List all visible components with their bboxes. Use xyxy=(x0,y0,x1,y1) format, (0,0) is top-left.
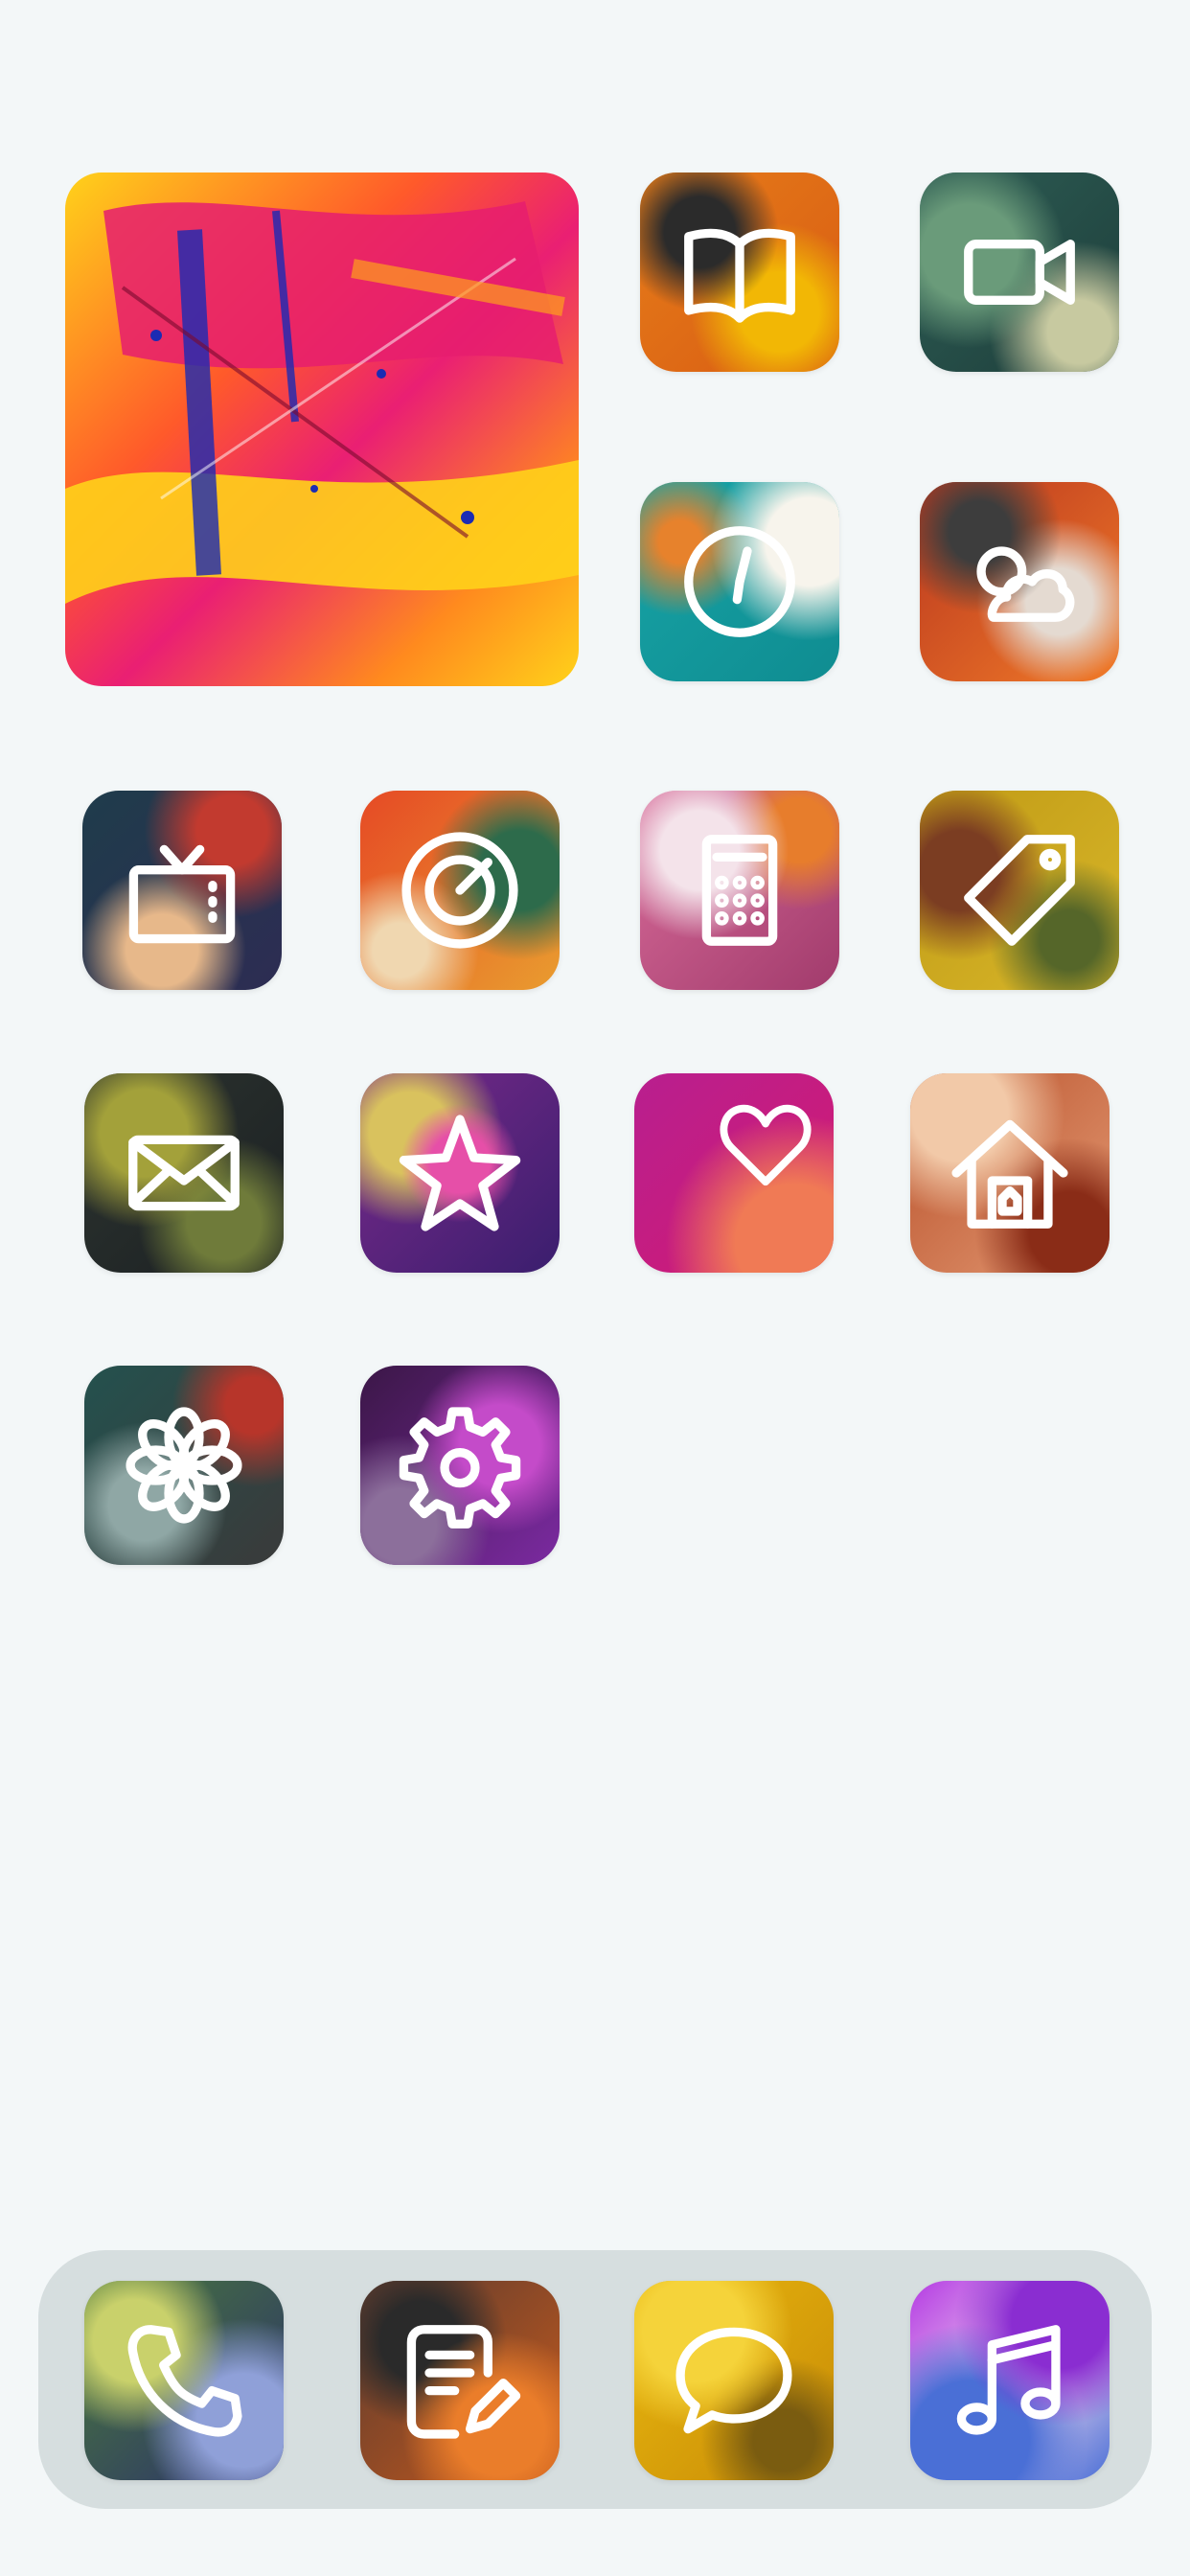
gear-icon xyxy=(399,1407,521,1529)
clock-icon xyxy=(684,526,795,637)
app-clock[interactable] xyxy=(640,482,839,681)
dock-app-phone[interactable] xyxy=(84,2281,284,2480)
app-video[interactable] xyxy=(920,172,1119,372)
dock-app-messages[interactable] xyxy=(634,2281,834,2480)
abstract-painting-image xyxy=(65,172,579,686)
target-icon xyxy=(401,832,518,949)
app-flower[interactable] xyxy=(84,1366,284,1565)
music-icon xyxy=(956,2325,1061,2435)
dock-app-music[interactable] xyxy=(910,2281,1110,2480)
star-icon xyxy=(399,1115,521,1231)
app-health[interactable] xyxy=(634,1073,834,1273)
app-mail[interactable] xyxy=(84,1073,284,1273)
heart-icon xyxy=(720,1104,812,1185)
app-tv[interactable] xyxy=(82,791,282,990)
app-tag[interactable] xyxy=(920,791,1119,990)
app-star[interactable] xyxy=(360,1073,560,1273)
app-weather[interactable] xyxy=(920,482,1119,681)
app-home[interactable] xyxy=(910,1073,1110,1273)
home-icon xyxy=(951,1119,1068,1229)
app-book[interactable] xyxy=(640,172,839,372)
abstract-painting-photo-widget[interactable] xyxy=(65,172,579,686)
calculator-icon xyxy=(701,835,778,946)
mail-icon xyxy=(128,1135,240,1211)
app-calculator[interactable] xyxy=(640,791,839,990)
app-settings[interactable] xyxy=(360,1366,560,1565)
phone-icon xyxy=(127,2325,242,2437)
dock-app-notes[interactable] xyxy=(360,2281,560,2480)
weather-cloud-icon xyxy=(976,546,1075,622)
tag-icon xyxy=(964,835,1075,946)
tv-icon xyxy=(128,844,236,944)
messages-icon xyxy=(675,2327,792,2434)
app-target[interactable] xyxy=(360,791,560,990)
video-camera-icon xyxy=(964,240,1075,305)
notes-icon xyxy=(406,2325,521,2439)
book-icon xyxy=(684,228,795,323)
flower-icon xyxy=(126,1407,242,1524)
